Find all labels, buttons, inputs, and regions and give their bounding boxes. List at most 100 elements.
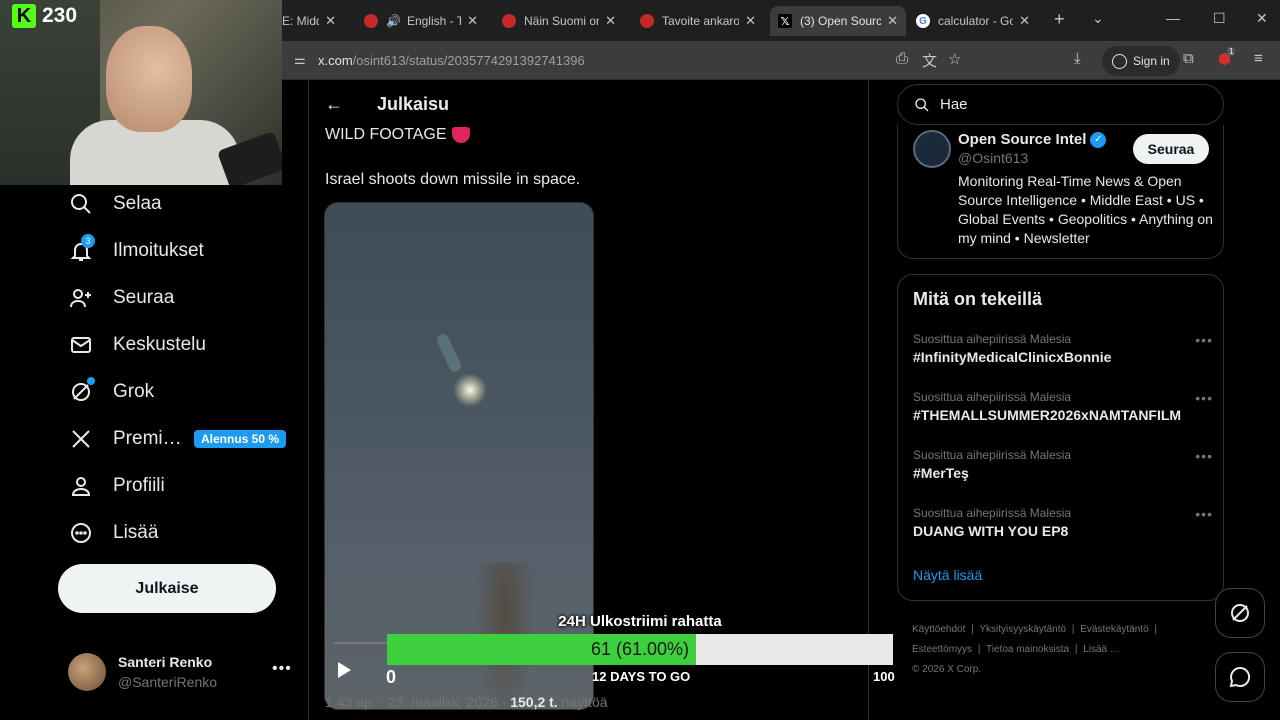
close-icon[interactable]: ✕ [467, 13, 478, 29]
tab-title: Näin Suomi on t [524, 14, 599, 28]
trend-tag: #THEMALLSUMMER2026xNAMTANFILM [913, 407, 1182, 423]
bell-icon: 3 [68, 234, 95, 264]
close-icon[interactable]: ✕ [605, 13, 616, 29]
post-text-line2: Israel shoots down missile in space. [325, 171, 581, 188]
mail-icon [68, 332, 94, 358]
close-icon[interactable]: ✕ [887, 13, 898, 29]
premium-discount-badge[interactable]: Alennus 50 % [194, 430, 287, 448]
trend-item[interactable]: Suosittua aihepiirissä Malesia #MerTeş •… [913, 448, 1213, 488]
tab-title: calculator - Goo [938, 14, 1014, 28]
nav-label: Ilmoitukset [113, 240, 204, 261]
more-icon[interactable]: ••• [272, 660, 292, 678]
profile-handle: @SanteriRenko [118, 674, 218, 690]
search-input[interactable] [940, 96, 1200, 113]
nav-item-seuraa[interactable]: Seuraa [68, 283, 174, 313]
more-icon[interactable]: ••• [1195, 506, 1213, 522]
play-icon[interactable] [338, 662, 351, 678]
post-meta: 1.43 ap. · 23. maallsk. 2026 · 150,2 t. … [325, 694, 608, 710]
google-icon: G [916, 14, 930, 28]
nav-item-grok[interactable]: Grok [68, 377, 154, 407]
post-text-line1: WILD FOOTAGE [325, 126, 471, 144]
close-window-icon[interactable]: ✕ [1256, 10, 1268, 27]
close-icon[interactable]: ✕ [1019, 13, 1030, 29]
search-box[interactable] [897, 84, 1224, 125]
trend-context: Suosittua aihepiirissä Malesia [913, 448, 1072, 462]
tab-title: Tavoite ankaroit [662, 14, 740, 28]
footer-link[interactable]: Tietoa mainoksista [986, 644, 1069, 655]
account-name-text: Open Source Intel [958, 131, 1087, 148]
browser-tab-active[interactable]: 𝕏 (3) Open Source ✕ [770, 6, 906, 36]
star-icon[interactable]: ☆ [948, 50, 961, 68]
red-circle-icon [364, 14, 378, 28]
trend-tag: #MerTeş [913, 465, 969, 481]
kick-viewer-badge: K 230 [12, 4, 77, 28]
webcam-person-head [106, 26, 192, 132]
footer-link[interactable]: Lisää … [1083, 644, 1120, 655]
trend-item[interactable]: Suosittua aihepiirissä Malesia #Infinity… [913, 332, 1213, 372]
browser-tab[interactable]: E: Middle ✕ [282, 6, 344, 36]
menu-icon[interactable]: ≡ [1254, 50, 1263, 67]
tab-title: (3) Open Source [800, 14, 882, 28]
nav-item-ilmoitukset[interactable]: 3 Ilmoitukset [68, 234, 204, 266]
site-info-icon[interactable]: ⚌ [294, 52, 306, 68]
grok-fab-button[interactable] [1215, 588, 1265, 638]
nav-item-selaa[interactable]: Selaa [68, 189, 162, 219]
more-icon[interactable]: ••• [1195, 332, 1213, 348]
install-icon[interactable]: ⎙ [896, 50, 908, 67]
view-count-suffix: näyttöä [557, 694, 608, 710]
footer-links: Käyttöehdot | Yksityisyyskäytäntö | Eväs… [912, 620, 1212, 680]
follow-button[interactable]: Seuraa [1133, 134, 1209, 164]
nav-item-profiili[interactable]: Profiili [68, 471, 165, 501]
post-timestamp[interactable]: 1.43 ap. · 23. maallsk. 2026 · [325, 694, 510, 710]
nav-label: Keskustelu [113, 334, 206, 355]
show-more-link[interactable]: Näytä lisää [913, 567, 982, 583]
sign-in-button[interactable]: Sign in [1102, 46, 1180, 76]
account-bio: Monitoring Real-Time News & Open Source … [958, 173, 1213, 246]
maximize-icon[interactable]: ☐ [1213, 10, 1226, 27]
back-arrow-icon[interactable]: ← [325, 94, 343, 115]
tab-title: English - Tzo [406, 14, 462, 28]
nav-item-keskustelu[interactable]: Keskustelu [68, 330, 206, 360]
footer-link[interactable]: Evästekäytäntö [1080, 624, 1148, 635]
trend-item[interactable]: Suosittua aihepiirissä Malesia DUANG WIT… [913, 506, 1213, 546]
messages-fab-button[interactable] [1215, 652, 1265, 702]
download-icon[interactable]: ⤓ [1074, 50, 1081, 67]
nav-item-premium[interactable]: Premi… [68, 424, 182, 454]
browser-tab[interactable]: G calculator - Goo ✕ [908, 6, 1038, 36]
extensions-icon[interactable]: ⧉ [1183, 50, 1194, 67]
translate-icon[interactable]: 文 [922, 50, 937, 71]
speaker-icon: 🔊 [386, 14, 401, 28]
red-heart-emoji-icon [452, 127, 471, 143]
more-circle-icon [68, 520, 94, 546]
avatar[interactable] [913, 130, 951, 168]
nav-item-lisaa[interactable]: Lisää [68, 518, 158, 548]
trend-context: Suosittua aihepiirissä Malesia [913, 506, 1072, 520]
account-name[interactable]: Open Source Intel ✓ [958, 131, 1107, 148]
trend-item[interactable]: Suosittua aihepiirissä Malesia #THEMALLS… [913, 390, 1213, 430]
minimize-icon[interactable]: — [1166, 10, 1180, 26]
webcam-overlay: K 230 [0, 0, 282, 185]
footer-link[interactable]: Yksityisyyskäytäntö [979, 624, 1066, 635]
browser-tab[interactable]: Näin Suomi on t ✕ [494, 6, 624, 36]
nav-label: Premi… [113, 428, 182, 449]
post-button[interactable]: Julkaise [58, 564, 276, 613]
x-logo-icon [68, 426, 94, 452]
more-icon[interactable]: ••• [1195, 390, 1213, 406]
more-icon[interactable]: ••• [1195, 448, 1213, 464]
stream-goal-min: 0 [386, 667, 397, 687]
new-tab-icon[interactable]: + [1054, 9, 1065, 30]
browser-tab[interactable]: 🔊 English - Tzo ✕ [356, 6, 486, 36]
close-icon[interactable]: ✕ [325, 13, 336, 29]
chevron-down-icon[interactable]: ⌄ [1092, 10, 1104, 27]
footer-link[interactable]: Esteettömyys [912, 644, 972, 655]
sign-in-label: Sign in [1133, 54, 1170, 68]
nav-label: Lisää [113, 522, 159, 543]
view-count: 150,2 t. [510, 694, 558, 710]
search-icon [68, 191, 94, 217]
close-icon[interactable]: ✕ [745, 13, 756, 29]
nav-label: Grok [113, 381, 155, 402]
footer-link[interactable]: Käyttöehdot [912, 624, 965, 635]
browser-tab[interactable]: Tavoite ankaroit ✕ [632, 6, 764, 36]
account-switcher[interactable]: Santeri Renko @SanteriRenko ••• [68, 652, 300, 692]
url-field[interactable]: x.com/osint613/status/203577429139274139… [318, 53, 585, 68]
